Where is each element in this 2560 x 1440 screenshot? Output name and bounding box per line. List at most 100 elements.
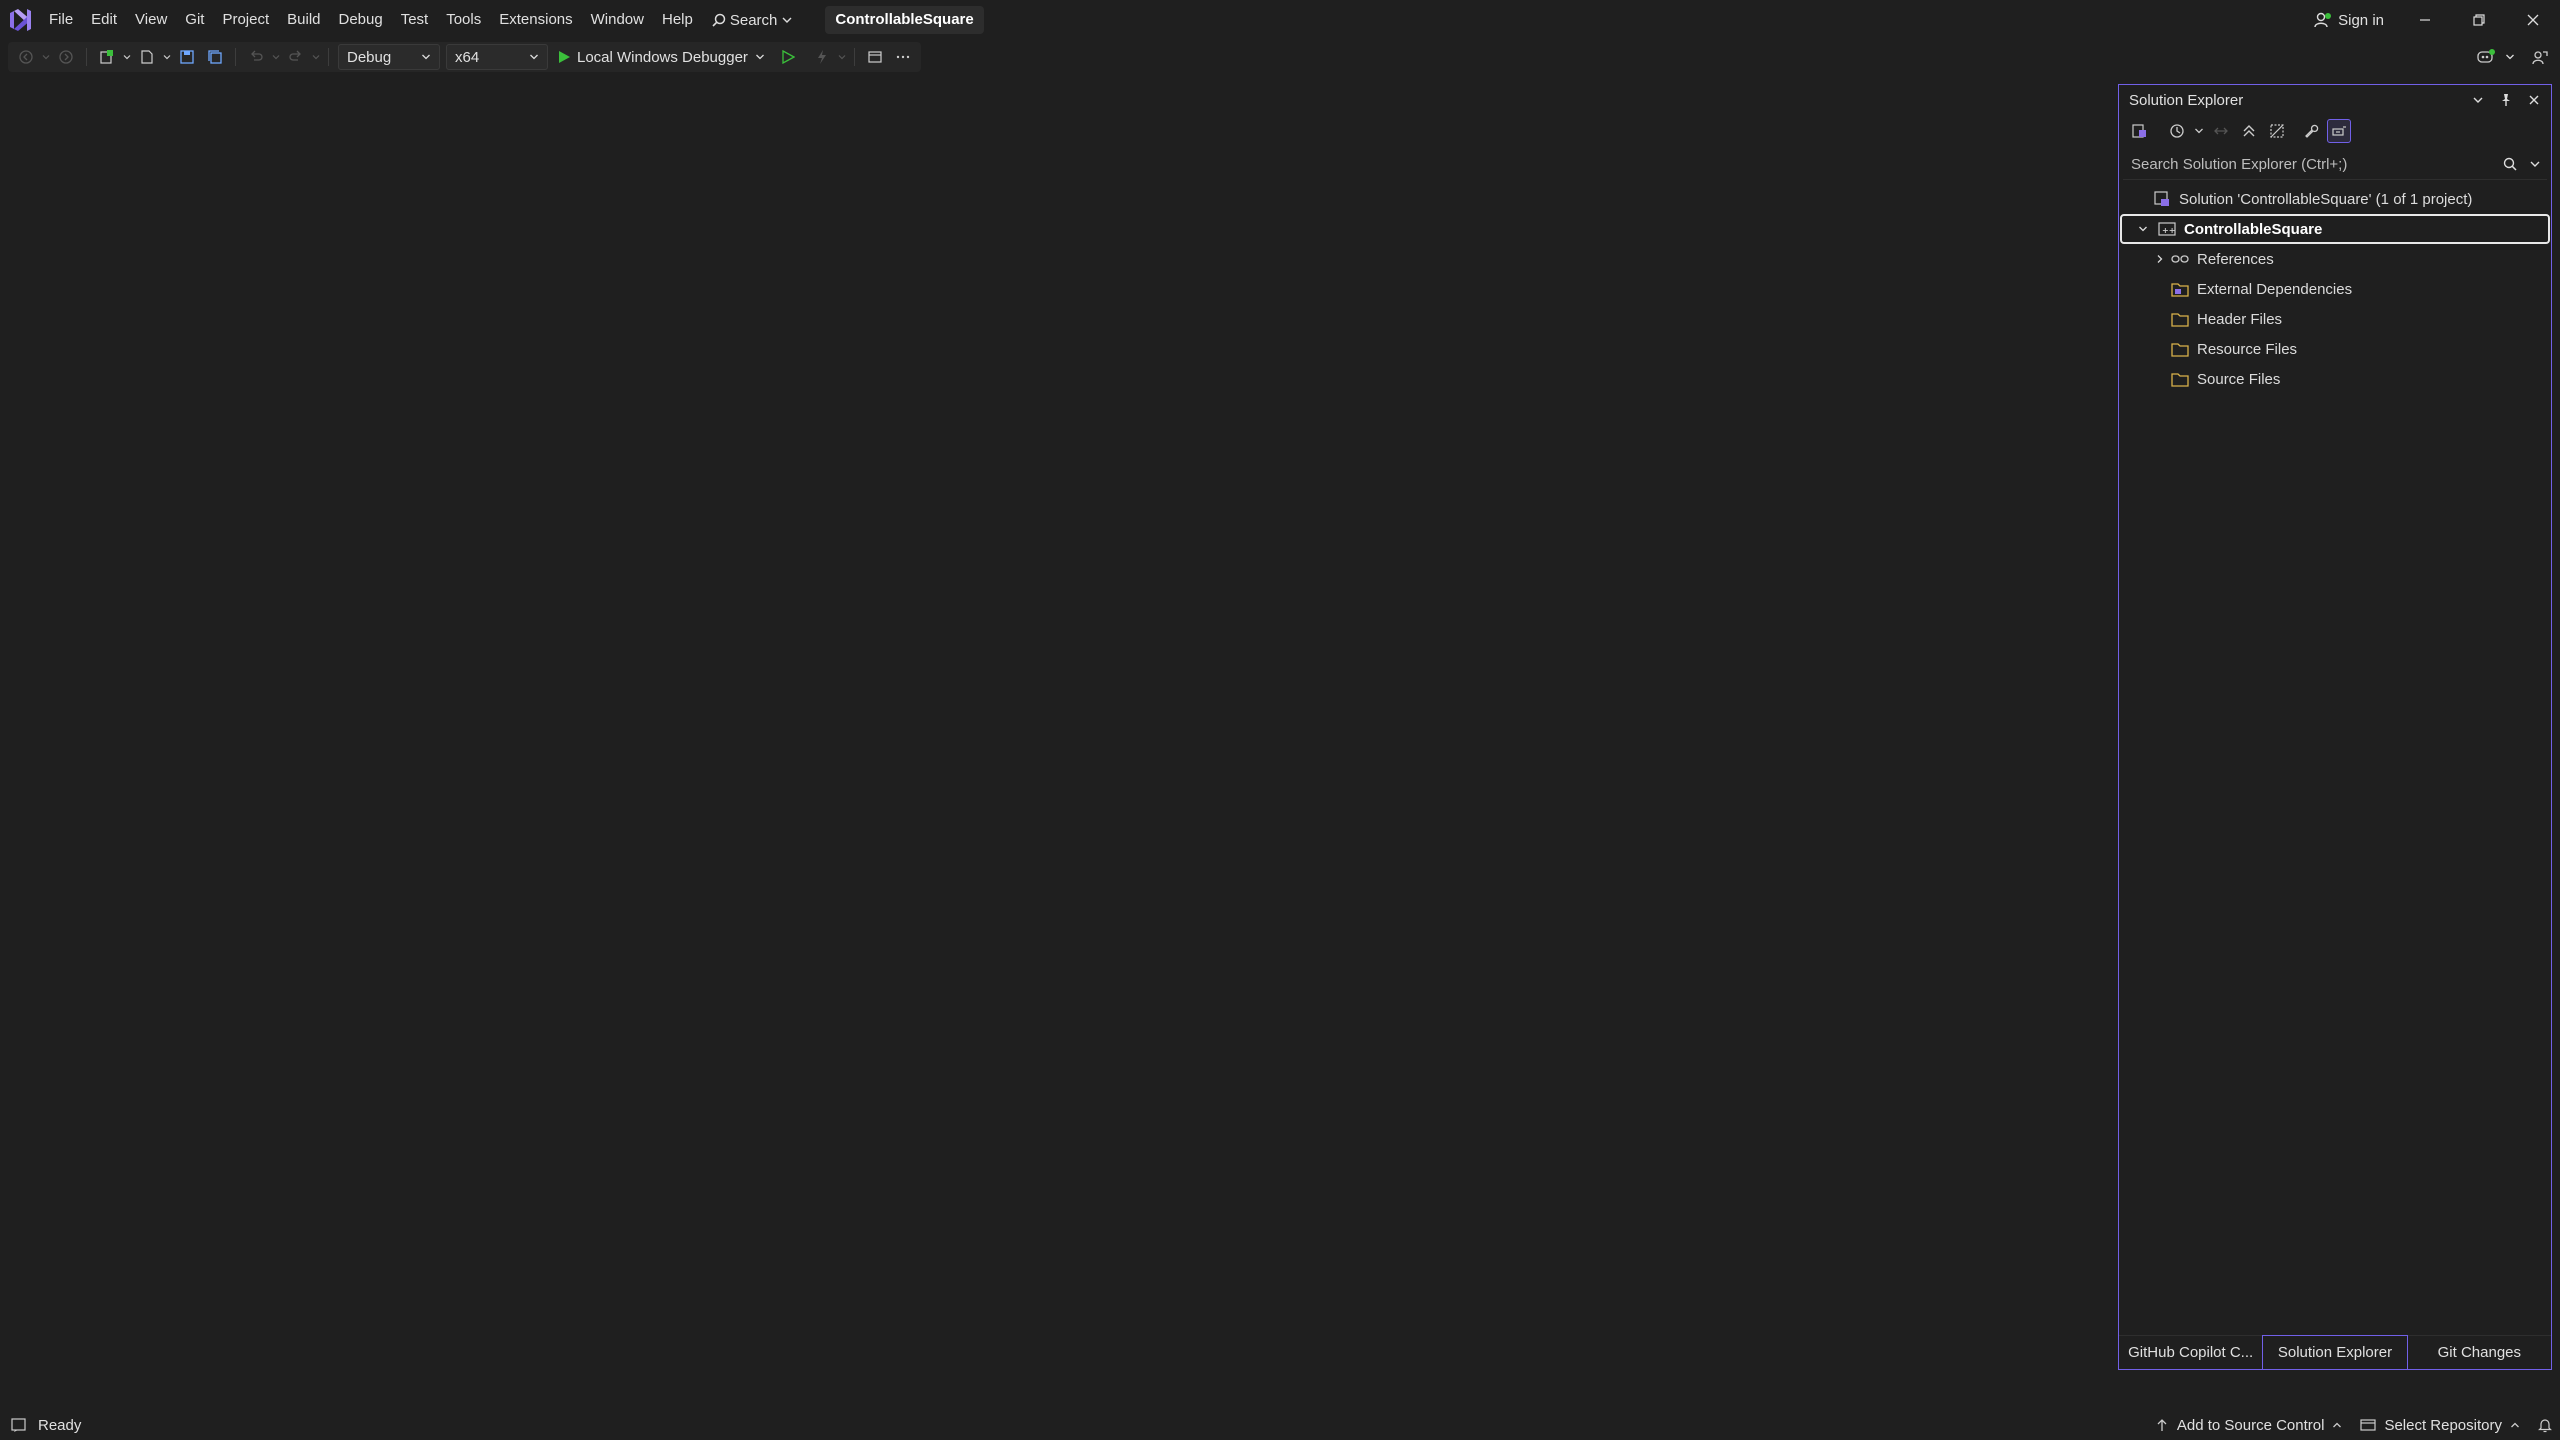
tab-github-copilot-chat[interactable]: GitHub Copilot C... <box>2119 1335 2263 1369</box>
tree-item-label: Source Files <box>2197 370 2281 388</box>
tree-item-solution[interactable]: Solution 'ControllableSquare' (1 of 1 pr… <box>2119 184 2551 214</box>
select-repository-button[interactable]: Select Repository <box>2360 1417 2520 1434</box>
select-repository-label: Select Repository <box>2384 1416 2502 1434</box>
sign-in-button[interactable]: Sign in <box>2300 11 2398 29</box>
chevron-down-icon[interactable] <box>2134 220 2152 238</box>
navigate-back-dropdown[interactable] <box>40 43 52 71</box>
menu-extensions[interactable]: Extensions <box>490 0 581 40</box>
preview-selected-items-icon[interactable] <box>2327 119 2351 143</box>
new-project-icon[interactable] <box>93 43 121 71</box>
navigate-back-button[interactable] <box>12 43 40 71</box>
menu-view[interactable]: View <box>126 0 176 40</box>
chevron-down-icon <box>421 52 431 62</box>
solution-icon <box>2151 189 2173 209</box>
close-window-button[interactable] <box>2506 0 2560 40</box>
tree-item-references[interactable]: References <box>2119 244 2551 274</box>
open-file-icon[interactable] <box>133 43 161 71</box>
copilot-icon[interactable] <box>2472 43 2500 71</box>
show-all-files-icon[interactable] <box>2265 119 2289 143</box>
search-menu-label: Search <box>729 11 778 29</box>
folder-icon <box>2169 339 2191 359</box>
tab-solution-explorer[interactable]: Solution Explorer <box>2262 1335 2408 1369</box>
hot-reload-icon[interactable] <box>808 43 836 71</box>
solution-explorer-search-input[interactable] <box>2131 155 2491 173</box>
add-to-source-control-label: Add to Source Control <box>2176 1416 2325 1434</box>
editor-area[interactable] <box>0 78 2110 1404</box>
more-options-icon[interactable] <box>889 43 917 71</box>
tree-item-resource-files[interactable]: Resource Files <box>2119 334 2551 364</box>
toolbar-right-group <box>2472 40 2554 74</box>
search-options-dropdown[interactable] <box>2529 158 2541 170</box>
folder-icon <box>2169 369 2191 389</box>
undo-dropdown[interactable] <box>270 43 282 71</box>
menu-edit[interactable]: Edit <box>82 0 126 40</box>
tree-item-label: References <box>2197 250 2274 268</box>
sync-active-document-icon[interactable] <box>2209 119 2233 143</box>
menu-help[interactable]: Help <box>653 0 702 40</box>
history-dropdown[interactable] <box>2193 117 2205 145</box>
tree-item-label: Header Files <box>2197 310 2283 328</box>
minimize-button[interactable] <box>2398 0 2452 40</box>
menu-build[interactable]: Build <box>278 0 329 40</box>
save-icon[interactable] <box>173 43 201 71</box>
start-debugging-button[interactable]: Local Windows Debugger <box>551 43 754 71</box>
status-left: Ready <box>0 1417 81 1434</box>
undo-icon[interactable] <box>242 43 270 71</box>
svg-text:++: ++ <box>2162 226 2175 235</box>
redo-dropdown[interactable] <box>310 43 322 71</box>
start-without-debugging-icon[interactable] <box>774 43 802 71</box>
solution-configuration-dropdown[interactable]: Debug <box>338 44 440 70</box>
repository-icon <box>2360 1418 2377 1432</box>
add-to-source-control-button[interactable]: Add to Source Control <box>2155 1417 2343 1434</box>
chevron-right-icon[interactable] <box>2151 250 2169 268</box>
tree-item-project[interactable]: ++ ControllableSquare <box>2120 214 2550 244</box>
notifications-bell-icon[interactable] <box>2538 1417 2552 1433</box>
tree-item-label: Solution 'ControllableSquare' (1 of 1 pr… <box>2179 190 2473 208</box>
tree-item-source-files[interactable]: Source Files <box>2119 364 2551 394</box>
account-icon <box>2314 11 2332 29</box>
switch-views-icon[interactable] <box>2127 119 2151 143</box>
chevron-down-icon <box>781 14 793 26</box>
debug-target-dropdown[interactable] <box>754 43 766 71</box>
hot-reload-dropdown[interactable] <box>836 43 848 71</box>
window-position-dropdown[interactable] <box>2467 89 2489 111</box>
new-project-dropdown[interactable] <box>121 43 133 71</box>
solution-platform-dropdown[interactable]: x64 <box>446 44 548 70</box>
live-share-icon[interactable] <box>2526 43 2554 71</box>
start-debugging-label: Local Windows Debugger <box>577 48 748 66</box>
history-icon[interactable] <box>2165 119 2189 143</box>
tree-item-external-dependencies[interactable]: External Dependencies <box>2119 274 2551 304</box>
menu-git[interactable]: Git <box>176 0 213 40</box>
tab-git-changes[interactable]: Git Changes <box>2407 1335 2551 1369</box>
menu-debug[interactable]: Debug <box>330 0 392 40</box>
tree-item-header-files[interactable]: Header Files <box>2119 304 2551 334</box>
save-all-icon[interactable] <box>201 43 229 71</box>
tree-item-label: Resource Files <box>2197 340 2298 358</box>
title-bar: File Edit View Git Project Build Debug T… <box>0 0 2560 40</box>
menu-window[interactable]: Window <box>582 0 653 40</box>
restore-button[interactable] <box>2452 0 2506 40</box>
panel-header-buttons <box>2467 89 2545 111</box>
external-dependencies-icon <box>2169 279 2191 299</box>
open-file-dropdown[interactable] <box>161 43 173 71</box>
toolbar-separator <box>235 48 236 66</box>
title-bar-controls: Sign in <box>2300 0 2560 40</box>
menu-file[interactable]: File <box>40 0 82 40</box>
close-panel-icon[interactable] <box>2523 89 2545 111</box>
pin-icon[interactable] <box>2495 89 2517 111</box>
search-icon[interactable] <box>2503 157 2517 171</box>
copilot-dropdown[interactable] <box>2504 43 2516 71</box>
search-icon <box>712 13 726 27</box>
menu-tools[interactable]: Tools <box>437 0 490 40</box>
solution-explorer-toolbar <box>2119 115 2551 147</box>
collapse-all-icon[interactable] <box>2237 119 2261 143</box>
output-window-icon[interactable] <box>10 1417 28 1433</box>
search-menu[interactable]: Search <box>702 0 804 40</box>
navigate-forward-button[interactable] <box>52 43 80 71</box>
menu-project[interactable]: Project <box>213 0 278 40</box>
browser-link-icon[interactable] <box>861 43 889 71</box>
redo-icon[interactable] <box>282 43 310 71</box>
menu-test[interactable]: Test <box>392 0 438 40</box>
play-icon <box>557 50 571 64</box>
properties-icon[interactable] <box>2299 119 2323 143</box>
